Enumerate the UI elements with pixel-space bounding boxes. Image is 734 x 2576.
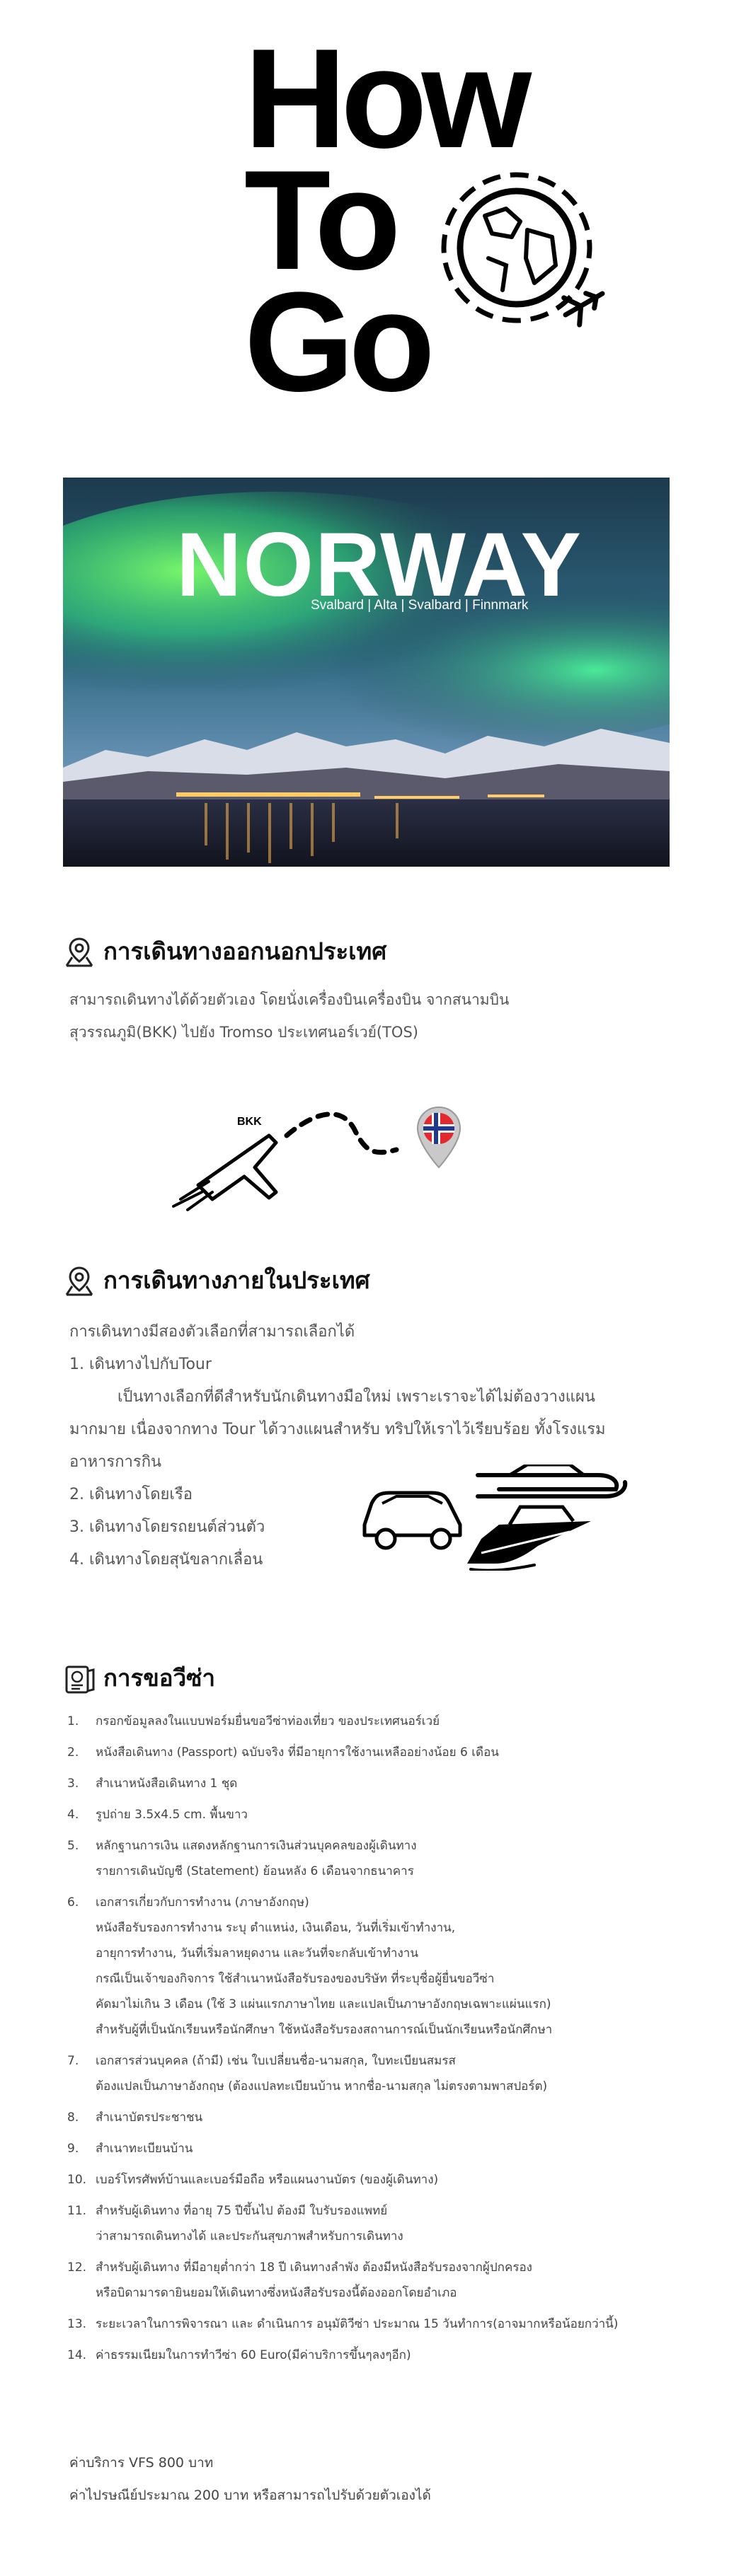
list-item-number: 3.: [67, 1777, 79, 1791]
list-item-text: รายการเดินบัญชี (Statement) ย้อนหลัง 6 เ…: [96, 1864, 414, 1878]
visa-requirements-list: 1. กรอกข้อมูลลงในแบบฟอร์มยื่นขอวีซ่าท่องเ…: [67, 1709, 704, 2374]
list-item: 9. สำเนาทะเบียนบ้าน: [67, 2136, 704, 2161]
ship-icon: [467, 1505, 591, 1571]
list-item-number: 6.: [67, 1895, 79, 1910]
plane-label: BKK: [237, 1116, 262, 1128]
list-item: 10. เบอร์โทรศัพท์บ้านและเบอร์มือถือ หรือแ…: [67, 2167, 704, 2193]
list-item-number: 12.: [67, 2260, 87, 2275]
list-item: 13. ระยะเวลาในการพิจารณา และ ดำเนินการ อน…: [67, 2311, 704, 2337]
list-item: 14. ค่าธรรมเนียมในการทำวีซ่า 60 Euro(มีค่…: [67, 2343, 704, 2368]
list-item-text: คัดมาไม่เกิน 3 เดือน (ใช้ 3 แผ่นแรกภาษาไ…: [96, 1997, 551, 2011]
banner-subtitle: Svalbard | Alta | Svalbard | Finnmark: [311, 598, 529, 613]
list-item: 6. เอกสารเกี่ยวกับการทำงาน (ภาษาอังกฤษ) หน…: [67, 1890, 704, 2043]
list-item: 1. กรอกข้อมูลลงในแบบฟอร์มยื่นขอวีซ่าท่องเ…: [67, 1709, 704, 1734]
list-item-number: 10.: [67, 2173, 87, 2187]
list-item-text: เอกสารส่วนบุคคล (ถ้ามี) เช่น ใบเปลี่ยนชื…: [96, 2054, 456, 2068]
sled-icon: [476, 1465, 628, 1498]
list-item-text: สำหรับผู้ที่เป็นนักเรียนหรือนักศึกษา ใช้…: [96, 2023, 553, 2037]
list-item-text: รูปถ่าย 3.5x4.5 cm. พื้นขาว: [96, 1808, 248, 1822]
list-item: 8. สำเนาบัตรประชาชน: [67, 2105, 704, 2130]
domestic-intro: การเดินทางมีสองตัวเลือกที่สามารถเลือกได้: [69, 1323, 355, 1341]
passport-icon: [65, 1665, 95, 1693]
list-item-text: ว่าสามารถเดินทางได้ และประกันสุขภาพสำหรั…: [96, 2229, 403, 2243]
list-item-text: สำหรับผู้เดินทาง ที่มีอายุต่ำกว่า 18 ปี …: [96, 2260, 532, 2275]
section-title: การขอวีซ่า: [103, 1664, 216, 1692]
list-item-text: ระยะเวลาในการพิจารณา และ ดำเนินการ อนุมั…: [96, 2317, 619, 2331]
list-item-number: 8.: [67, 2110, 79, 2125]
list-item-text: หนังสือรับรองการทำงาน ระบุ ตำแหน่ง, เงิน…: [96, 1921, 456, 1935]
car-icon: [362, 1491, 462, 1550]
list-item-number: 5.: [67, 1839, 79, 1853]
list-item-text: สำหรับผู้เดินทาง ที่อายุ 75 ปีขึ้นไป ต้อ…: [96, 2204, 388, 2218]
list-item-text: ต้องแปลเป็นภาษาอังกฤษ (ต้องแปลทะเบียนบ้า…: [96, 2079, 548, 2093]
section-title: การเดินทางภายในประเทศ: [103, 1266, 370, 1294]
plane-to-norway-illustration: BKK: [172, 1106, 461, 1211]
section-heading-visa: การขอวีซ่า: [62, 1659, 215, 1697]
visa-fee-postal: ค่าไปรษณีย์ประมาณ 200 บาท หรือสามารถไปรั…: [69, 2488, 431, 2503]
domestic-desc-line: มากมาย เนื่องจากทาง Tour ได้วางแผนสำหรับ…: [69, 1421, 606, 1438]
list-item: 7. เอกสารส่วนบุคคล (ถ้ามี) เช่น ใบเปลี่ยน…: [67, 2048, 704, 2099]
section-heading-international: การเดินทางออกนอกประเทศ: [62, 932, 386, 970]
list-item-text: กรอกข้อมูลลงในแบบฟอร์มยื่นขอวีซ่าท่องเที…: [96, 1714, 440, 1728]
section1-line2: สุวรรณภูมิ(BKK) ไปยัง Tromso ประเทศนอร์เ…: [69, 1024, 418, 1041]
list-item-text: หลักฐานการเงิน แสดงหลักฐานการเงินส่วนบุค…: [96, 1839, 417, 1853]
list-item-text: เบอร์โทรศัพท์บ้านและเบอร์มือถือ หรือแผนง…: [96, 2173, 439, 2187]
hero-title-go: Go: [244, 263, 435, 421]
list-item-number: 13.: [67, 2317, 87, 2331]
list-item-text: อายุการทำงาน, วันที่เริ่มลาหยุดงาน และวั…: [96, 1946, 418, 1960]
domestic-desc-line: เป็นทางเลือกที่ดีสำหรับนักเดินทางมือใหม่…: [117, 1388, 595, 1406]
list-item: 11. สำหรับผู้เดินทาง ที่อายุ 75 ปีขึ้นไป …: [67, 2198, 704, 2249]
list-item-text: ค่าธรรมเนียมในการทำวีซ่า 60 Euro(มีค่าบร…: [96, 2348, 411, 2362]
list-item: 3. สำเนาหนังสือเดินทาง 1 ชุด: [67, 1771, 704, 1796]
list-item-text: หรือบิดามารดายินยอมให้เดินทางซึ่งหนังสือ…: [96, 2286, 457, 2300]
list-item-text: เอกสารเกี่ยวกับการทำงาน (ภาษาอังกฤษ): [96, 1895, 309, 1910]
list-item-number: 14.: [67, 2348, 87, 2362]
list-item: 5. หลักฐานการเงิน แสดงหลักฐานการเงินส่วนบ…: [67, 1833, 704, 1884]
list-item-text: สำเนาหนังสือเดินทาง 1 ชุด: [96, 1777, 238, 1791]
list-item-text: หนังสือเดินทาง (Passport) ฉบับจริง ที่มี…: [96, 1745, 499, 1760]
list-item-number: 7.: [67, 2054, 79, 2068]
list-item: 12. สำหรับผู้เดินทาง ที่มีอายุต่ำกว่า 18 …: [67, 2255, 704, 2306]
list-item-number: 9.: [67, 2142, 79, 2156]
norway-banner: NORWAY Svalbard | Alta | Svalbard | Finn…: [63, 478, 670, 867]
visa-fee-vfs: ค่าบริการ VFS 800 บาท: [69, 2455, 214, 2471]
transport-illustration: [362, 1465, 628, 1571]
list-item-text: สำเนาทะเบียนบ้าน: [96, 2142, 193, 2156]
map-pin-icon: [65, 937, 93, 966]
list-item: 2. หนังสือเดินทาง (Passport) ฉบับจริง ที่…: [67, 1740, 704, 1765]
airplane-icon: [172, 1133, 278, 1211]
section-title: การเดินทางออกนอกประเทศ: [103, 937, 387, 965]
list-item-number: 4.: [67, 1808, 79, 1822]
list-item: 4. รูปถ่าย 3.5x4.5 cm. พื้นขาว: [67, 1802, 704, 1827]
list-item-text: กรณีเป็นเจ้าของกิจการ ใช้สำเนาหนังสือรับ…: [96, 1972, 495, 1986]
list-item-text: สำเนาบัตรประชาชน: [96, 2110, 203, 2125]
list-item-number: 11.: [67, 2204, 87, 2218]
section-heading-domestic: การเดินทางภายในประเทศ: [62, 1261, 370, 1299]
list-item-number: 1.: [67, 1714, 79, 1728]
norway-flag-pin-icon: [416, 1106, 461, 1169]
domestic-item-tour: 1. เดินทางไปกับTour: [69, 1356, 212, 1373]
globe-airplane-icon: [441, 172, 605, 328]
list-item-number: 2.: [67, 1745, 79, 1760]
section1-line1: สามารถเดินทางได้ด้วยตัวเอง โดยนั่งเครื่อ…: [69, 991, 510, 1008]
map-pin-icon: [65, 1266, 93, 1295]
